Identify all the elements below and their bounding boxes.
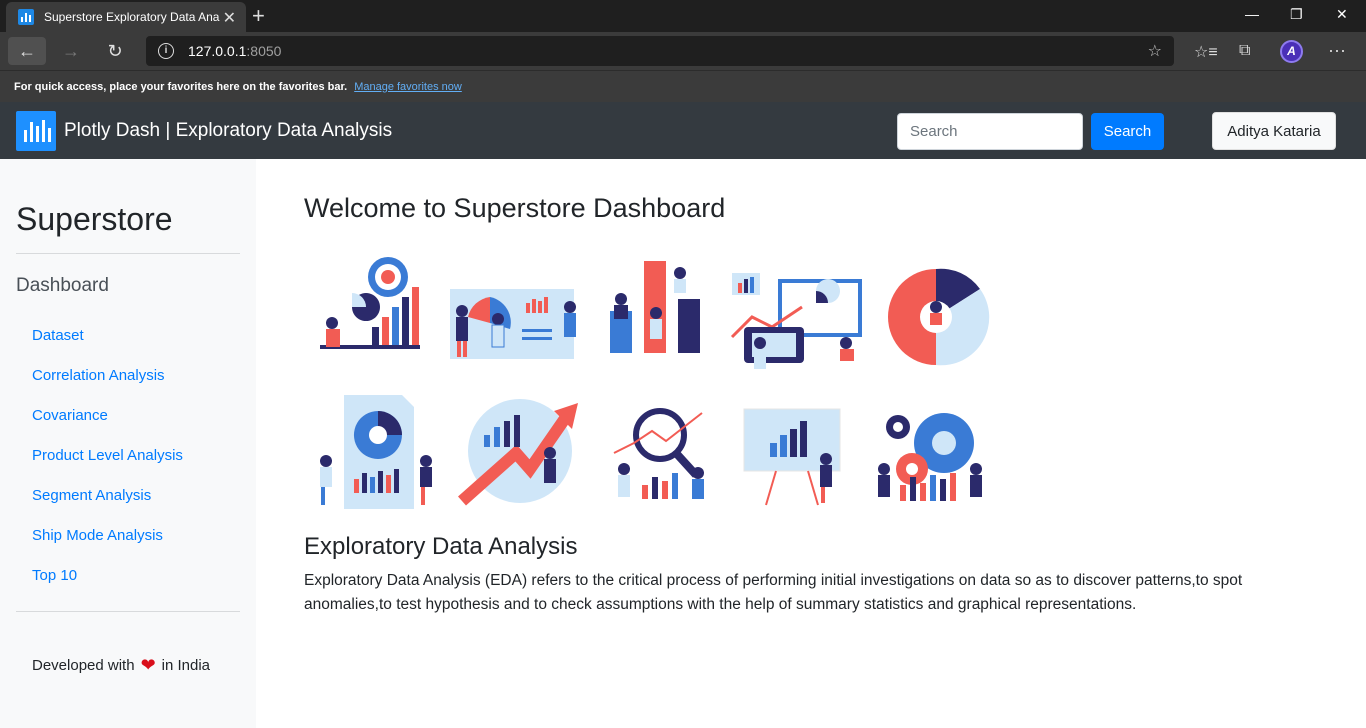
- search-input[interactable]: [897, 113, 1083, 150]
- sidebar-footer: Developed with ❤ in India: [32, 655, 210, 676]
- monitor-trend-illustration: [730, 273, 862, 369]
- donut-chart-illustration: [888, 268, 990, 366]
- minimize-icon[interactable]: —: [1245, 6, 1259, 22]
- forward-arrow-icon[interactable]: →: [52, 37, 90, 65]
- tab-title: Superstore Exploratory Data Ana: [44, 10, 220, 24]
- search-button[interactable]: Search: [1091, 113, 1164, 150]
- info-icon[interactable]: i: [158, 43, 174, 59]
- manage-favorites-link[interactable]: Manage favorites now: [354, 81, 462, 93]
- sidebar-item-correlation-analysis[interactable]: Correlation Analysis: [32, 365, 183, 405]
- more-menu-icon[interactable]: ···: [1328, 40, 1346, 61]
- restore-icon[interactable]: ❐: [1290, 6, 1303, 23]
- address-bar: ← → ↻ i 127.0.0.1:8050 ☆ ☆≡ ⧉ ···: [0, 32, 1366, 70]
- url-field[interactable]: i 127.0.0.1:8050 ☆: [146, 36, 1174, 66]
- sidebar-item-top-10[interactable]: Top 10: [32, 565, 183, 605]
- sidebar-subtitle: Dashboard: [16, 275, 109, 296]
- user-button[interactable]: Aditya Kataria: [1212, 112, 1336, 150]
- url-port: :8050: [246, 43, 282, 59]
- footer-text-after: in India: [161, 657, 211, 674]
- sidebar-item-segment-analysis[interactable]: Segment Analysis: [32, 485, 183, 525]
- back-arrow-icon[interactable]: ←: [8, 37, 46, 65]
- sidebar-nav: Dataset Correlation Analysis Covariance …: [32, 325, 183, 605]
- heart-icon: ❤: [140, 655, 156, 675]
- sidebar-item-product-level-analysis[interactable]: Product Level Analysis: [32, 445, 183, 485]
- dash-logo-icon[interactable]: [16, 111, 56, 151]
- target-chart-illustration: [320, 257, 420, 349]
- eda-description: Exploratory Data Analysis (EDA) refers t…: [304, 572, 1243, 613]
- presentation-board-illustration: [450, 289, 576, 359]
- gears-settings-illustration: [878, 413, 982, 501]
- sidebar-item-dataset[interactable]: Dataset: [32, 325, 183, 365]
- sidebar-divider: [16, 253, 240, 254]
- magnifier-analysis-illustration: [613, 408, 704, 499]
- sidebar: Superstore Dashboard Dataset Correlation…: [0, 159, 256, 728]
- favorites-bar-text: For quick access, place your favorites h…: [14, 80, 348, 93]
- browser-tab-bar: Superstore Exploratory Data Ana ✕ + — ❐ …: [0, 0, 1366, 32]
- footer-text-before: Developed with: [32, 657, 135, 674]
- url-host: 127.0.0.1: [188, 43, 247, 59]
- new-tab-icon[interactable]: +: [252, 3, 265, 29]
- growth-arrow-illustration: [458, 399, 578, 506]
- favorites-bar: For quick access, place your favorites h…: [0, 70, 1366, 102]
- growth-bars-illustration: [610, 261, 700, 353]
- collections-icon[interactable]: ⧉: [1239, 42, 1250, 60]
- app-navbar: Plotly Dash | Exploratory Data Analysis …: [0, 102, 1366, 159]
- page-title: Welcome to Superstore Dashboard: [304, 193, 726, 223]
- dash-favicon-icon: [18, 9, 34, 25]
- report-document-illustration: [320, 395, 432, 509]
- sidebar-divider: [16, 611, 240, 612]
- sidebar-item-ship-mode-analysis[interactable]: Ship Mode Analysis: [32, 525, 183, 565]
- easel-chart-illustration: [743, 408, 841, 506]
- eda-heading: Exploratory Data Analysis: [304, 533, 578, 560]
- close-window-icon[interactable]: ✕: [1336, 6, 1348, 23]
- favorite-star-icon[interactable]: ☆: [1148, 41, 1162, 61]
- close-tab-icon[interactable]: ✕: [223, 8, 236, 28]
- profile-avatar[interactable]: A: [1280, 40, 1303, 63]
- analytics-illustration-banner: [304, 247, 998, 529]
- browser-tab[interactable]: Superstore Exploratory Data Ana ✕: [6, 2, 246, 32]
- brand-title[interactable]: Plotly Dash | Exploratory Data Analysis: [64, 120, 392, 142]
- favorites-list-icon[interactable]: ☆≡: [1194, 42, 1218, 62]
- sidebar-item-covariance[interactable]: Covariance: [32, 405, 183, 445]
- sidebar-title: Superstore: [16, 201, 173, 237]
- reload-icon[interactable]: ↻: [96, 37, 134, 65]
